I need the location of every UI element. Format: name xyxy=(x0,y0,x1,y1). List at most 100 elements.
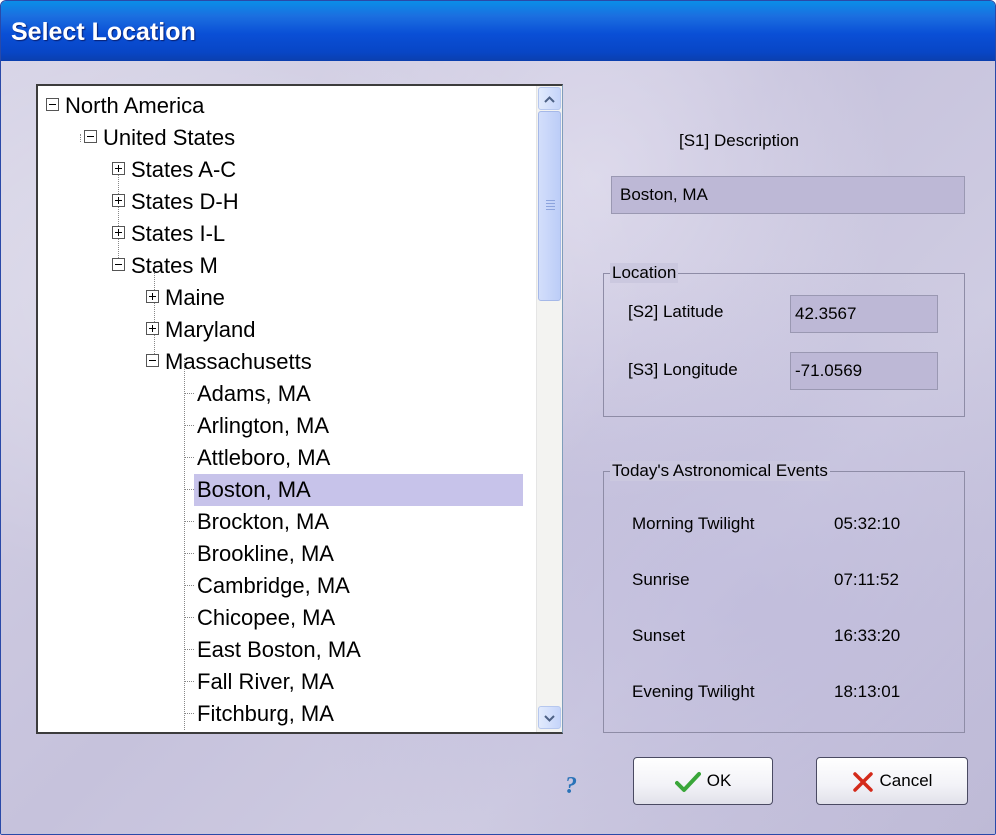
grip-line xyxy=(546,209,555,210)
location-group: Location [S2] Latitude 42.3567 [S3] Long… xyxy=(603,263,965,417)
title-bar: Select Location xyxy=(1,1,995,61)
scroll-up-button[interactable] xyxy=(538,87,561,110)
tree-node-adams-ma[interactable]: Adams, MA xyxy=(194,378,317,410)
help-icon[interactable]: ? xyxy=(565,773,577,800)
tree-line xyxy=(184,358,185,730)
event-label: Evening Twilight xyxy=(632,682,755,701)
tree-node-states-m[interactable]: States M xyxy=(112,250,224,282)
longitude-label: [S3] Longitude xyxy=(628,360,738,379)
cancel-button-label: Cancel xyxy=(879,771,933,790)
tree-node-maine[interactable]: Maine xyxy=(146,282,231,314)
longitude-field[interactable]: -71.0569 xyxy=(790,352,938,390)
chevron-up-icon xyxy=(544,96,555,103)
tree-node-label: Brockton, MA xyxy=(197,509,330,534)
collapse-icon[interactable] xyxy=(112,258,125,271)
description-field[interactable]: Boston, MA xyxy=(611,176,965,214)
tree-node-maryland[interactable]: Maryland xyxy=(146,314,261,346)
collapse-icon[interactable] xyxy=(146,354,159,367)
expand-icon[interactable] xyxy=(112,194,125,207)
event-label: Sunrise xyxy=(632,570,690,589)
astronomical-events-group: Today's Astronomical Events Morning Twil… xyxy=(603,461,965,733)
tree-node-north-america[interactable]: North America xyxy=(46,90,210,122)
cross-icon xyxy=(852,771,873,792)
event-time: 07:11:52 xyxy=(834,570,899,589)
tree-node-label: Maine xyxy=(165,285,225,310)
collapse-icon[interactable] xyxy=(84,130,97,143)
tree-node-label: Fall River, MA xyxy=(197,669,334,694)
tree-node-label: Maryland xyxy=(165,317,256,342)
tree-line xyxy=(184,617,194,618)
tree-line xyxy=(184,457,194,458)
event-time: 16:33:20 xyxy=(834,626,901,645)
tree-content: North America United States States A-C S… xyxy=(38,86,536,732)
scroll-thumb[interactable] xyxy=(538,111,561,301)
tree-line xyxy=(184,489,194,490)
tree-node-label: Boston, MA xyxy=(194,474,523,506)
event-time: 18:13:01 xyxy=(834,682,901,701)
tree-line xyxy=(184,585,194,586)
chevron-down-icon xyxy=(544,715,555,722)
select-location-dialog: Select Location North America United Sta… xyxy=(0,0,996,835)
latitude-field[interactable]: 42.3567 xyxy=(790,295,938,333)
tree-node-label: States A-C xyxy=(131,157,237,182)
tree-node-states-d-h[interactable]: States D-H xyxy=(112,186,245,218)
event-time: 05:32:10 xyxy=(834,514,901,533)
dialog-body: North America United States States A-C S… xyxy=(1,61,995,834)
event-label: Morning Twilight xyxy=(632,514,755,533)
tree-node-cambridge-ma[interactable]: Cambridge, MA xyxy=(194,570,356,602)
tree-node-brockton-ma[interactable]: Brockton, MA xyxy=(194,506,335,538)
scroll-down-button[interactable] xyxy=(538,706,561,729)
tree-line xyxy=(184,553,194,554)
tree-node-label: Adams, MA xyxy=(197,381,311,406)
expand-icon[interactable] xyxy=(146,290,159,303)
ok-button-label: OK xyxy=(706,771,732,790)
tree-line xyxy=(80,134,81,142)
expand-icon[interactable] xyxy=(112,226,125,239)
grip-line xyxy=(546,203,555,204)
tree-node-label: Fitchburg, MA xyxy=(197,701,334,726)
location-group-title: Location xyxy=(610,263,679,283)
tree-node-brookline-ma[interactable]: Brookline, MA xyxy=(194,538,340,570)
tree-node-boston-ma[interactable]: Boston, MA xyxy=(194,474,523,506)
tree-line xyxy=(184,521,194,522)
tree-node-label: Chicopee, MA xyxy=(197,605,336,630)
description-label: [S1] Description xyxy=(679,131,799,150)
tree-line xyxy=(184,713,194,714)
grip-line xyxy=(546,206,555,207)
tree-node-label: States D-H xyxy=(131,189,239,214)
tree-node-arlington-ma[interactable]: Arlington, MA xyxy=(194,410,335,442)
tree-node-united-states[interactable]: United States xyxy=(84,122,241,154)
tree-node-label: North America xyxy=(65,93,205,118)
tree-node-label: States I-L xyxy=(131,221,226,246)
tree-node-states-i-l[interactable]: States I-L xyxy=(112,218,231,250)
collapse-icon[interactable] xyxy=(46,98,59,111)
tree-node-east-boston-ma[interactable]: East Boston, MA xyxy=(194,634,367,666)
tree-node-fitchburg-ma[interactable]: Fitchburg, MA xyxy=(194,698,340,730)
tree-node-label: Arlington, MA xyxy=(197,413,330,438)
grip-line xyxy=(546,200,555,201)
tree-line xyxy=(184,681,194,682)
tree-node-label: Brookline, MA xyxy=(197,541,334,566)
tree-node-massachusetts[interactable]: Massachusetts xyxy=(146,346,318,378)
tree-node-states-a-c[interactable]: States A-C xyxy=(112,154,242,186)
tree-scrollbar[interactable] xyxy=(536,86,562,732)
event-label: Sunset xyxy=(632,626,685,645)
latitude-label: [S2] Latitude xyxy=(628,302,724,321)
tree-line xyxy=(184,425,194,426)
expand-icon[interactable] xyxy=(112,162,125,175)
ok-button[interactable]: OK xyxy=(633,757,773,805)
checkmark-icon xyxy=(674,771,701,792)
tree-node-label: Attleboro, MA xyxy=(197,445,331,470)
cancel-button[interactable]: Cancel xyxy=(816,757,968,805)
tree-line xyxy=(184,649,194,650)
expand-icon[interactable] xyxy=(146,322,159,335)
tree-node-label: States M xyxy=(131,253,218,278)
window-title: Select Location xyxy=(11,18,196,46)
tree-node-attleboro-ma[interactable]: Attleboro, MA xyxy=(194,442,336,474)
events-group-title: Today's Astronomical Events xyxy=(610,461,830,481)
tree-node-label: East Boston, MA xyxy=(197,637,361,662)
tree-line xyxy=(184,393,194,394)
tree-node-chicopee-ma[interactable]: Chicopee, MA xyxy=(194,602,341,634)
location-tree[interactable]: North America United States States A-C S… xyxy=(36,84,563,734)
tree-node-fall-river-ma[interactable]: Fall River, MA xyxy=(194,666,340,698)
